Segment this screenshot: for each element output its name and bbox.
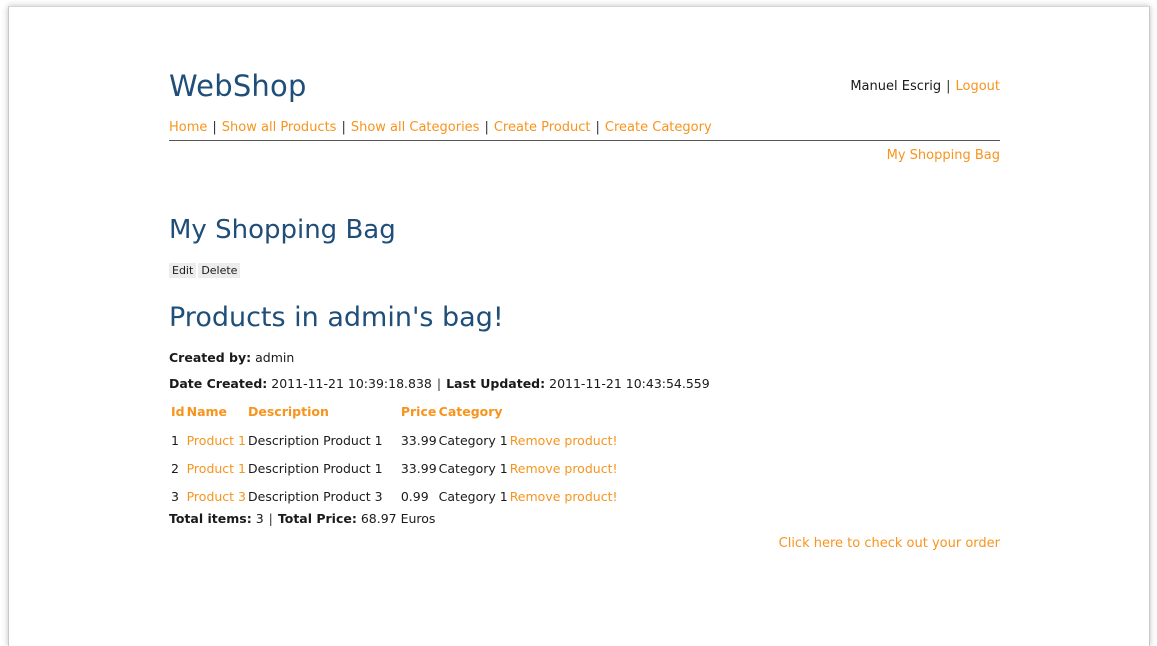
last-updated-label: Last Updated: — [446, 376, 546, 391]
created-by-label: Created by: — [169, 350, 252, 365]
table-row: 1 Product 1 Description Product 1 33.99 … — [169, 426, 617, 454]
main-nav: Home | Show all Products | Show all Categori… — [169, 120, 712, 135]
separator: | — [341, 120, 346, 135]
bag-totals: Total items: 3 | Total Price: 68.97 Euros — [169, 511, 435, 526]
column-header-actions — [508, 404, 618, 426]
nav-show-all-categories[interactable]: Show all Categories — [351, 120, 480, 135]
nav-home[interactable]: Home — [169, 120, 207, 135]
nav-show-all-products[interactable]: Show all Products — [222, 120, 337, 135]
separator: | — [212, 120, 217, 135]
bag-products-table: Id Name Description Price Category 1 Pro… — [169, 404, 617, 510]
my-shopping-bag-link[interactable]: My Shopping Bag — [887, 148, 1000, 163]
total-items-label: Total items: — [169, 511, 252, 526]
cell-price: 33.99 — [400, 432, 437, 448]
total-price-value: 68.97 Euros — [360, 511, 436, 526]
date-created-value: 2011-11-21 10:39:18.838 — [271, 376, 432, 391]
bag-subtitle: Products in admin's bag! — [169, 302, 504, 333]
delete-button[interactable]: Delete — [198, 263, 241, 278]
browser-page: WebShop Manuel Escrig | Logout Home | Show a… — [8, 6, 1150, 646]
date-created-label: Date Created: — [169, 376, 268, 391]
edit-button[interactable]: Edit — [169, 263, 197, 278]
last-updated-value: 2011-11-21 10:43:54.559 — [549, 376, 710, 391]
separator: | — [595, 120, 600, 135]
product-name-link[interactable]: Product 1 — [187, 433, 246, 448]
dates-line: Date Created: 2011-11-21 10:39:18.838 | La… — [169, 376, 710, 391]
cell-description: Description Product 3 — [248, 488, 383, 504]
remove-product-link[interactable]: Remove product! — [510, 433, 618, 448]
separator: | — [436, 376, 442, 391]
column-header-name: Name — [186, 404, 228, 419]
nav-create-product[interactable]: Create Product — [494, 120, 591, 135]
column-header-description: Description — [248, 404, 329, 419]
logout-link[interactable]: Logout — [955, 79, 1000, 94]
cell-id: 3 — [171, 488, 179, 504]
total-price-label: Total Price: — [277, 511, 357, 526]
checkout-link[interactable]: Click here to check out your order — [779, 536, 1000, 551]
column-header-category: Category — [438, 404, 503, 419]
cell-category: Category 1 — [438, 432, 508, 448]
cell-description: Description Product 1 — [248, 460, 383, 476]
cell-price: 33.99 — [400, 460, 437, 476]
site-brand[interactable]: WebShop — [169, 69, 307, 103]
separator: | — [946, 79, 951, 94]
cell-description: Description Product 1 — [248, 432, 383, 448]
separator: | — [268, 511, 273, 526]
remove-product-link[interactable]: Remove product! — [510, 461, 618, 476]
bag-actions: Edit Delete — [169, 263, 241, 278]
total-items-value: 3 — [255, 511, 264, 526]
separator: | — [484, 120, 489, 135]
product-name-link[interactable]: Product 1 — [187, 461, 246, 476]
cell-id: 2 — [171, 460, 179, 476]
column-header-price: Price — [400, 404, 437, 419]
nav-create-category[interactable]: Create Category — [605, 120, 712, 135]
table-row: 2 Product 1 Description Product 1 33.99 … — [169, 454, 617, 482]
column-header-id: Id — [171, 404, 185, 419]
cell-id: 1 — [171, 432, 179, 448]
product-name-link[interactable]: Product 3 — [187, 489, 246, 504]
table-row: 3 Product 3 Description Product 3 0.99 C… — [169, 482, 617, 510]
table-header-row: Id Name Description Price Category — [169, 404, 617, 426]
cell-category: Category 1 — [438, 488, 508, 504]
created-by-line: Created by: admin — [169, 350, 294, 365]
cell-category: Category 1 — [438, 460, 508, 476]
page-title: My Shopping Bag — [169, 215, 396, 245]
user-box: Manuel Escrig | Logout — [850, 79, 1000, 94]
user-name: Manuel Escrig — [850, 79, 942, 94]
remove-product-link[interactable]: Remove product! — [510, 489, 618, 504]
created-by-value: admin — [255, 350, 295, 365]
nav-divider — [169, 140, 1000, 141]
cell-price: 0.99 — [400, 488, 429, 504]
